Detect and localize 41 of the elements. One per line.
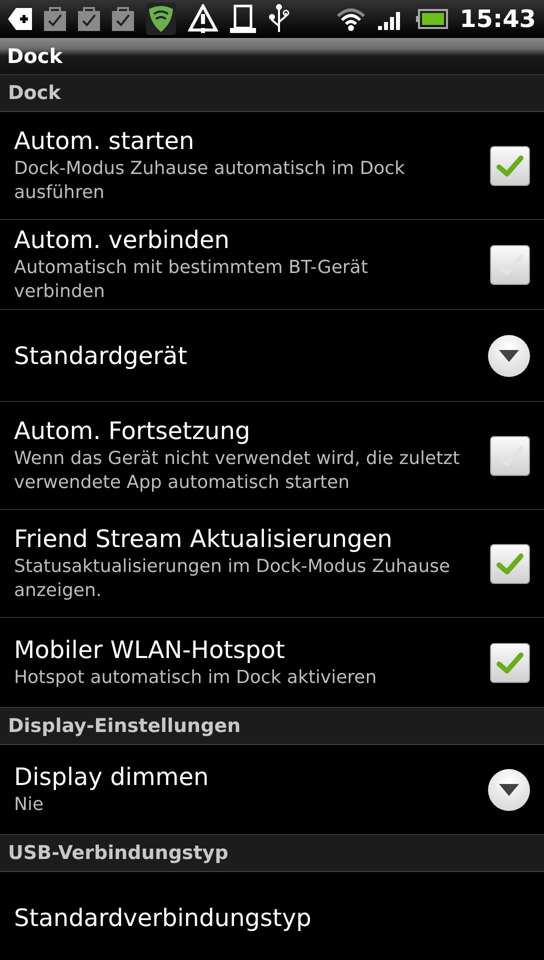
wifi-icon bbox=[336, 7, 366, 31]
battery-icon bbox=[416, 9, 448, 29]
checkbox[interactable] bbox=[490, 244, 530, 284]
setting-title: Display dimmen bbox=[14, 762, 210, 790]
setting-summary: Hotspot automatisch im Dock aktivieren bbox=[14, 666, 378, 690]
shopping-bag-icon bbox=[44, 7, 66, 31]
check-icon bbox=[496, 650, 524, 674]
check-icon bbox=[496, 154, 524, 178]
setting-title: Mobiler WLAN-Hotspot bbox=[14, 636, 286, 664]
setting-title: Autom. Fortsetzung bbox=[14, 416, 252, 444]
shield-icon bbox=[146, 3, 176, 35]
setting-summary: Wenn das Gerät nicht verwendet wird, die zuletzt verwendete App automatisch starten bbox=[14, 446, 461, 494]
setting-summary: Statusaktualisierungen im Dock-Modus Zuhause anzeigen. bbox=[14, 554, 452, 602]
checkbox[interactable] bbox=[490, 544, 530, 584]
screen-title: Dock bbox=[7, 44, 62, 68]
checkbox[interactable] bbox=[490, 642, 530, 682]
section-title: USB-Verbindungstyp bbox=[8, 842, 228, 864]
section-title: Dock bbox=[8, 82, 61, 104]
shopping-bag-icon bbox=[112, 7, 134, 31]
check-icon bbox=[496, 552, 524, 576]
setting-title: Friend Stream Aktualisierungen bbox=[14, 524, 394, 552]
setting-title: Standardverbindungstyp bbox=[14, 904, 312, 932]
caret-icon bbox=[499, 350, 519, 362]
dropdown-button[interactable] bbox=[488, 334, 530, 376]
usb-icon bbox=[268, 4, 290, 34]
clock: 15:43 bbox=[460, 5, 536, 33]
setting-summary: Nie bbox=[14, 792, 45, 816]
section-title: Display-Einstellungen bbox=[8, 715, 241, 737]
setting-title: Autom. verbinden bbox=[14, 226, 231, 254]
shopping-bag-icon bbox=[78, 7, 100, 31]
setting-summary: Dock-Modus Zuhause automatisch im Dock ausführen bbox=[14, 156, 406, 204]
caret-icon bbox=[499, 784, 519, 796]
setting-summary: Automatisch mit bestimmtem BT-Gerät verbinden bbox=[14, 256, 369, 304]
checkbox[interactable] bbox=[490, 436, 530, 476]
checkbox[interactable] bbox=[490, 146, 530, 186]
warning-icon bbox=[188, 4, 218, 34]
setting-title: Standardgerät bbox=[14, 342, 188, 370]
setting-title: Autom. starten bbox=[14, 126, 196, 154]
phone-dock-icon bbox=[230, 4, 256, 34]
notification-tag-icon bbox=[8, 8, 32, 30]
dropdown-button[interactable] bbox=[488, 768, 530, 810]
